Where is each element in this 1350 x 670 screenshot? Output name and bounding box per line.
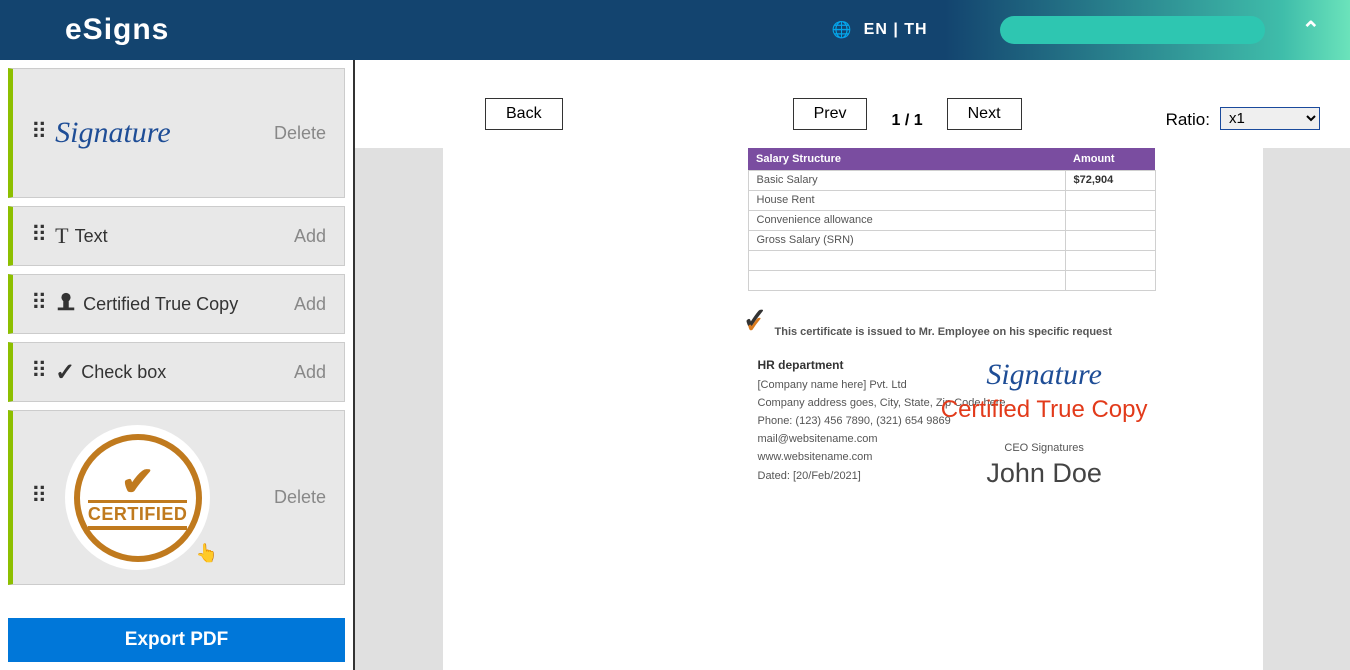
- signature-block: Signature Certified True Copy CEO Signat…: [941, 358, 1148, 489]
- ratio-label: Ratio:: [1166, 110, 1210, 130]
- placed-checkbox[interactable]: ✓✓: [743, 316, 773, 340]
- text-tool-label: T Text: [55, 223, 294, 249]
- main-toolbar: Back Prev 1 / 1 Next Ratio: x1: [355, 60, 1350, 148]
- certificate-text: This certificate is issued to Mr. Employ…: [775, 326, 1112, 340]
- text-tool-text: Text: [75, 226, 108, 247]
- page-indicator: 1 / 1: [877, 112, 936, 130]
- canvas[interactable]: Salary Structure Amount Basic Salary$72,…: [355, 148, 1350, 670]
- header-search-pill[interactable]: [1000, 16, 1265, 44]
- table-cell-value: [1065, 230, 1155, 250]
- table-cell-value: [1065, 210, 1155, 230]
- globe-icon: 🌐: [832, 20, 852, 40]
- sidebar-item-certified[interactable]: Certified True Copy Add: [8, 274, 345, 334]
- ratio-select[interactable]: x1: [1220, 107, 1320, 130]
- drag-grip-icon[interactable]: [31, 130, 47, 137]
- certified-tool-text: Certified True Copy: [83, 294, 238, 315]
- cursor-hand-icon: 👆: [196, 543, 218, 564]
- placed-certified-copy[interactable]: Certified True Copy: [941, 396, 1148, 424]
- document-page[interactable]: Salary Structure Amount Basic Salary$72,…: [443, 148, 1263, 670]
- certified-stamp-preview: ✔ CERTIFIED 👆: [65, 425, 210, 570]
- table-cell-value: [1065, 190, 1155, 210]
- table-cell-label: Gross Salary (SRN): [748, 230, 1065, 250]
- table-row: Convenience allowance: [748, 210, 1155, 230]
- table-cell-value: [1065, 270, 1155, 290]
- table-cell-label: Basic Salary: [748, 170, 1065, 190]
- main-area: Back Prev 1 / 1 Next Ratio: x1 Salary St…: [355, 60, 1350, 670]
- drag-grip-icon[interactable]: [31, 494, 47, 501]
- table-row: [748, 250, 1155, 270]
- export-pdf-button[interactable]: Export PDF: [8, 618, 345, 662]
- text-add-button[interactable]: Add: [294, 226, 326, 247]
- table-row: Gross Salary (SRN): [748, 230, 1155, 250]
- app-header: eSigns 🌐 EN | TH ⌃: [0, 0, 1350, 60]
- chevron-up-icon[interactable]: ⌃: [1302, 17, 1320, 43]
- language-switch[interactable]: EN | TH: [864, 21, 928, 39]
- table-header-amount: Amount: [1065, 148, 1155, 170]
- salary-table: Salary Structure Amount Basic Salary$72,…: [748, 148, 1156, 291]
- checkbox-tool-text: Check box: [81, 362, 166, 383]
- stamp-delete-button[interactable]: Delete: [274, 487, 326, 508]
- table-cell-value: $72,904: [1065, 170, 1155, 190]
- ceo-name: John Doe: [941, 458, 1148, 489]
- back-button[interactable]: Back: [485, 98, 563, 130]
- checkbox-tool-label: ✓ Check box: [55, 358, 294, 387]
- table-cell-label: [748, 270, 1065, 290]
- certificate-line: ✓✓ This certificate is issued to Mr. Emp…: [743, 316, 1112, 340]
- sidebar-item-signature[interactable]: Signature Delete: [8, 68, 345, 198]
- stamp-badge-text: CERTIFIED: [88, 500, 188, 530]
- sidebar-item-stamp[interactable]: ✔ CERTIFIED 👆 Delete: [8, 410, 345, 585]
- ceo-label: CEO Signatures: [941, 442, 1148, 454]
- table-row: [748, 270, 1155, 290]
- table-row: Basic Salary$72,904: [748, 170, 1155, 190]
- signature-delete-button[interactable]: Delete: [274, 123, 326, 144]
- certified-tool-label: Certified True Copy: [55, 291, 294, 318]
- text-icon: T: [55, 223, 68, 249]
- signature-preview: Signature: [55, 116, 274, 150]
- prev-button[interactable]: Prev: [793, 98, 868, 130]
- app-logo: eSigns: [65, 13, 169, 47]
- table-cell-value: [1065, 250, 1155, 270]
- tool-sidebar: Signature Delete T Text Add Certified Tr…: [0, 60, 355, 670]
- certified-add-button[interactable]: Add: [294, 294, 326, 315]
- stamp-check-icon: ✔: [121, 466, 155, 498]
- drag-grip-icon[interactable]: [31, 233, 47, 240]
- sidebar-item-checkbox[interactable]: ✓ Check box Add: [8, 342, 345, 402]
- drag-grip-icon[interactable]: [31, 369, 47, 376]
- table-cell-label: [748, 250, 1065, 270]
- placed-signature[interactable]: Signature: [941, 358, 1148, 392]
- next-button[interactable]: Next: [947, 98, 1022, 130]
- table-header-structure: Salary Structure: [748, 148, 1065, 170]
- drag-grip-icon[interactable]: [31, 301, 47, 308]
- sidebar-item-text[interactable]: T Text Add: [8, 206, 345, 266]
- checkbox-add-button[interactable]: Add: [294, 362, 326, 383]
- header-right: 🌐 EN | TH ⌃: [832, 16, 1320, 44]
- check-icon: ✓: [55, 358, 75, 387]
- table-cell-label: Convenience allowance: [748, 210, 1065, 230]
- stamp-icon: [55, 291, 77, 318]
- table-cell-label: House Rent: [748, 190, 1065, 210]
- table-row: House Rent: [748, 190, 1155, 210]
